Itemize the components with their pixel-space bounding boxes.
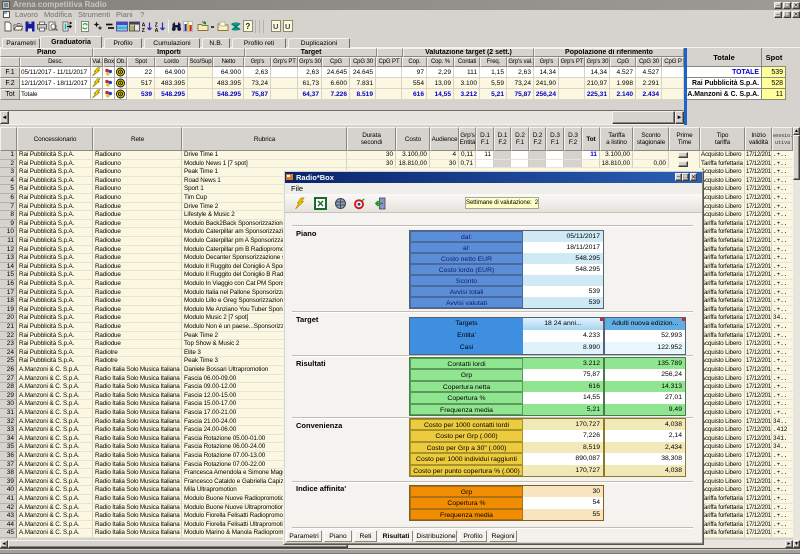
svg-text:U: U xyxy=(273,22,278,31)
svg-text:?: ? xyxy=(245,22,250,31)
svg-text:U: U xyxy=(285,22,290,31)
svg-text:A: A xyxy=(155,28,159,32)
svg-text:Z: Z xyxy=(142,28,146,32)
